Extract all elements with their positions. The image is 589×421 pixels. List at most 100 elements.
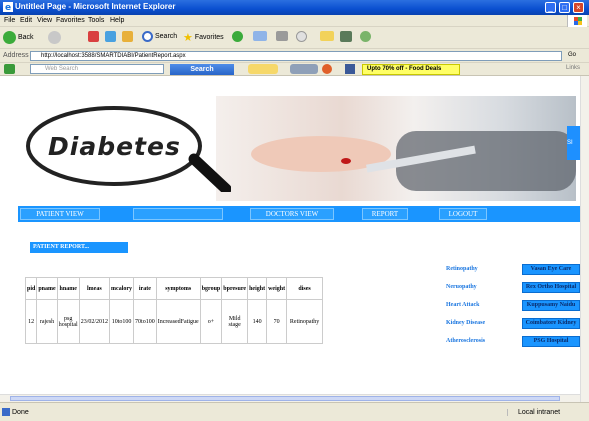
close-button[interactable]: × <box>573 2 584 13</box>
diabetes-banner: Diabetes SI <box>20 96 580 206</box>
home-button[interactable] <box>122 31 133 42</box>
header-weight: weight <box>266 277 288 300</box>
mail-button[interactable] <box>253 31 267 41</box>
favorites-label: Favorites <box>194 34 224 41</box>
favorites-button[interactable]: ★ Favorites <box>183 31 224 44</box>
window-title: Untitled Page - Microsoft Internet Explo… <box>15 2 176 11</box>
print-button[interactable] <box>276 31 288 41</box>
header-height: height <box>247 277 268 300</box>
search-toolbar: Web Search Search Upto 70% off - Food De… <box>0 63 589 76</box>
folder-button[interactable] <box>320 31 334 41</box>
home-icon <box>122 31 133 42</box>
menu-help[interactable]: Help <box>110 17 124 24</box>
vertical-scrollbar[interactable] <box>580 76 589 402</box>
disease-link-retinopathy[interactable]: Retinopathy <box>446 266 478 272</box>
back-button[interactable]: Back <box>3 31 34 44</box>
svg-text:e: e <box>5 3 11 12</box>
research-button[interactable] <box>340 31 352 42</box>
header-mcalory: mcalory <box>109 277 135 300</box>
history-button[interactable] <box>232 31 243 42</box>
address-bar: Address http://localhost:3588/SMARTDIABI… <box>0 49 589 63</box>
cell-height: 140 <box>247 299 268 344</box>
disease-link-heart-attack[interactable]: Heart Attack <box>446 302 480 308</box>
address-input[interactable]: http://localhost:3588/SMARTDIABI/Patient… <box>30 51 562 61</box>
menu-favorites[interactable]: Favorites <box>56 17 85 24</box>
cell-irate: 70to100 <box>133 299 157 344</box>
hospital-button-coimbatore[interactable]: Coimbatore Kidney <box>522 318 580 329</box>
ie-logo-icon: e <box>3 2 13 12</box>
star-icon: ★ <box>183 32 193 44</box>
food-deals-button[interactable]: Upto 70% off - Food Deals <box>362 64 460 75</box>
minimize-button[interactable]: _ <box>545 2 556 13</box>
edit-icon <box>296 31 307 42</box>
cell-bgroup: o+ <box>199 299 223 344</box>
table-header-row: pid pname hname lmeas mcalory irate symp… <box>24 277 324 300</box>
hospital-button-vasan[interactable]: Vasan Eye Care <box>522 264 580 275</box>
links-label[interactable]: Links <box>566 65 580 71</box>
menu-file[interactable]: File <box>4 17 15 24</box>
header-hname: hname <box>56 277 80 300</box>
hospital-button-rex[interactable]: Rex Ortho Hospital <box>522 282 580 293</box>
banner-side-block: SI <box>567 126 580 160</box>
fun-icon[interactable] <box>322 64 332 74</box>
disease-link-neruopathy[interactable]: Neruopathy <box>446 284 477 290</box>
nav-logout[interactable]: LOGOUT <box>439 208 487 220</box>
main-nav: PATIENT VIEW DOCTORS VIEW REPORT LOGOUT <box>18 206 580 222</box>
folder-icon <box>320 31 334 41</box>
security-zone: Local intranet <box>507 409 560 416</box>
cell-pid: 12 <box>24 299 38 344</box>
search-button[interactable]: Search <box>142 31 177 42</box>
go-button[interactable]: Go <box>568 52 576 58</box>
back-arrow-icon <box>3 31 16 44</box>
disease-link-atherosclerosis[interactable]: Atherosclerosis <box>446 338 485 344</box>
messenger-button[interactable] <box>360 31 371 42</box>
emoticon-icon[interactable] <box>290 64 318 74</box>
horizontal-scrollbar[interactable] <box>0 394 580 402</box>
menu-tools[interactable]: Tools <box>88 17 104 24</box>
hospital-button-kuppusamy[interactable]: Kuppusamy Naidu <box>522 300 580 311</box>
nav-report[interactable]: REPORT <box>362 208 408 220</box>
section-label: PATIENT REPORT... <box>30 242 128 253</box>
edit-button[interactable] <box>296 31 307 42</box>
forward-arrow-icon <box>48 31 61 44</box>
toolbar: Back Search ★ Favorites <box>0 27 589 49</box>
stop-icon <box>88 31 99 42</box>
glucose-test-image <box>216 96 576 201</box>
addon-icon[interactable] <box>4 64 15 74</box>
nav-doctors-view[interactable]: DOCTORS VIEW <box>250 208 334 220</box>
nav-patient-view[interactable]: PATIENT VIEW <box>20 208 100 220</box>
header-bgroup: bgroup <box>199 277 223 300</box>
smiley-icon[interactable] <box>248 64 278 74</box>
stop-button[interactable] <box>88 31 99 42</box>
research-icon <box>340 31 352 42</box>
maximize-button[interactable]: □ <box>559 2 570 13</box>
address-label: Address <box>3 52 29 59</box>
cell-pname: rajesh <box>36 299 58 344</box>
menu-bar: File Edit View Favorites Tools Help <box>0 15 589 27</box>
header-dises: dises <box>286 277 324 300</box>
menu-edit[interactable]: Edit <box>20 17 32 24</box>
messenger-icon <box>360 31 371 42</box>
web-search-input[interactable]: Web Search <box>30 64 164 74</box>
page-icon <box>2 408 10 416</box>
facebook-icon[interactable] <box>345 64 355 74</box>
mail-icon <box>253 31 267 41</box>
header-pid: pid <box>24 277 38 300</box>
nav-item-blank[interactable] <box>133 208 223 220</box>
web-search-button[interactable]: Search <box>170 64 234 75</box>
status-bar: Done Local intranet <box>0 402 589 421</box>
scroll-thumb[interactable] <box>10 396 560 401</box>
forward-button[interactable] <box>48 31 61 44</box>
search-icon <box>142 31 153 42</box>
header-bpresure: bpresure <box>221 277 249 300</box>
print-icon <box>276 31 288 41</box>
header-lmeas: lmeas <box>78 277 111 300</box>
menu-view[interactable]: View <box>37 17 52 24</box>
refresh-button[interactable] <box>105 31 116 42</box>
search-label: Search <box>155 33 178 40</box>
disease-link-kidney[interactable]: Kidney Disease <box>446 320 485 326</box>
cell-weight: 70 <box>266 299 288 344</box>
patient-report-table: pid pname hname lmeas mcalory irate symp… <box>24 277 324 344</box>
cell-lmeas: 23/02/2012 <box>78 299 111 344</box>
hospital-button-psg[interactable]: PSG Hospital <box>522 336 580 347</box>
